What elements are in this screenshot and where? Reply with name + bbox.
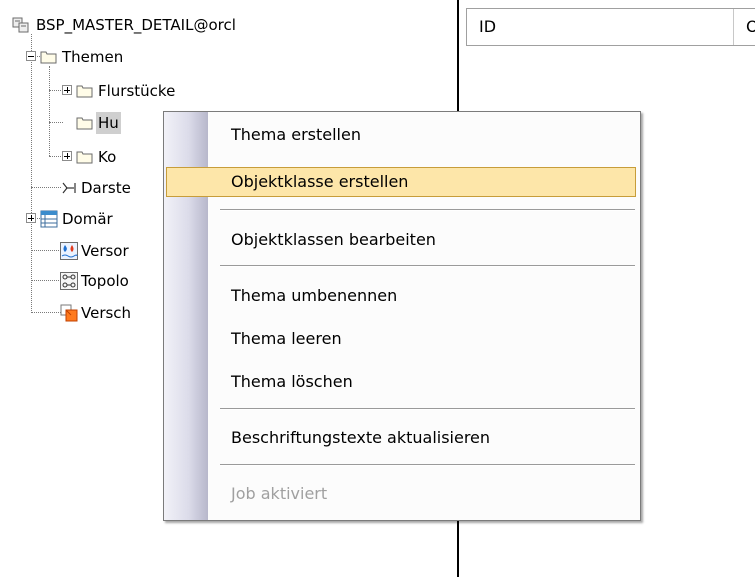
expand-toggle[interactable]: [62, 85, 72, 95]
tree-node-label: Themen: [62, 48, 124, 66]
menu-item-objektklassen-bearbeiten[interactable]: Objektklassen bearbeiten: [164, 225, 640, 255]
folder-icon: [76, 117, 93, 130]
tree-node-label: Versch: [81, 304, 132, 322]
context-menu: Thema erstellen Objektklasse erstellen O…: [163, 111, 641, 521]
menu-separator: [220, 408, 635, 410]
tree-line: [31, 312, 61, 314]
menu-separator: [220, 464, 635, 466]
tree-node-label: Hu: [96, 112, 121, 134]
menu-item-label: Objektklassen bearbeiten: [231, 230, 436, 249]
menu-item-objektklasse-erstellen[interactable]: Objektklasse erstellen: [164, 167, 640, 197]
domain-table-icon: [40, 210, 58, 228]
column-header-id[interactable]: ID: [467, 9, 733, 45]
tree-node-darste[interactable]: Darste: [60, 177, 170, 199]
menu-item-label: Objektklasse erstellen: [231, 172, 409, 191]
tree-line: [49, 122, 63, 124]
utility-network-icon: [60, 242, 78, 260]
collapse-toggle[interactable]: [26, 51, 36, 61]
tree-node-root[interactable]: BSP_MASTER_DETAIL@orcl: [12, 14, 372, 36]
tree-node-hu[interactable]: Hu: [76, 112, 176, 134]
folder-icon: [76, 151, 93, 164]
tree-line: [49, 90, 63, 92]
menu-item-label: Thema erstellen: [231, 125, 361, 144]
menu-item-thema-umbenennen[interactable]: Thema umbenennen: [164, 281, 640, 311]
menu-item-beschriftungstexte-aktualisieren[interactable]: Beschriftungstexte aktualisieren: [164, 423, 640, 453]
column-header-ol[interactable]: Ol: [733, 9, 755, 45]
menu-item-label: Thema löschen: [231, 372, 353, 391]
tree-node-ko[interactable]: Ko: [76, 146, 176, 168]
database-icon: [12, 17, 29, 33]
tree-node-label: BSP_MASTER_DETAIL@orcl: [36, 16, 236, 34]
menu-item-thema-leeren[interactable]: Thema leeren: [164, 324, 640, 354]
menu-item-thema-loeschen[interactable]: Thema löschen: [164, 367, 640, 397]
grid-header: ID Ol: [466, 8, 755, 46]
tree-node-topolo[interactable]: Topolo: [60, 270, 170, 292]
tree-node-domaen[interactable]: Domär: [40, 208, 170, 230]
folder-icon: [40, 51, 57, 64]
tree-node-label: Flurstücke: [98, 82, 176, 100]
tree-node-label: Topolo: [81, 272, 129, 290]
tree-node-themen[interactable]: Themen: [40, 46, 240, 68]
tree-line: [49, 156, 63, 158]
menu-item-label: Thema umbenennen: [231, 286, 398, 305]
topology-icon: [60, 272, 78, 290]
tree-node-label: Versor: [81, 242, 129, 260]
tree-line: [31, 34, 33, 313]
layer-shift-icon: [60, 304, 78, 322]
tree-line: [31, 280, 61, 282]
tree-node-label: Ko: [98, 148, 117, 166]
menu-item-job-aktiviert: Job aktiviert: [164, 479, 640, 509]
expand-toggle[interactable]: [26, 213, 36, 223]
menu-separator: [220, 209, 635, 211]
menu-item-thema-erstellen[interactable]: Thema erstellen: [164, 120, 640, 150]
tree-node-flurstuecke[interactable]: Flurstücke: [76, 80, 276, 102]
folder-icon: [76, 85, 93, 98]
relation-icon: [62, 182, 76, 194]
tree-node-versch[interactable]: Versch: [60, 302, 170, 324]
tree-node-label: Domär: [62, 210, 113, 228]
menu-separator: [220, 265, 635, 267]
tree-node-versor[interactable]: Versor: [60, 240, 170, 262]
menu-item-label: Thema leeren: [231, 329, 342, 348]
tree-line: [31, 250, 61, 252]
menu-item-label: Beschriftungstexte aktualisieren: [231, 428, 491, 447]
menu-item-label: Job aktiviert: [231, 484, 328, 503]
tree-line: [49, 66, 51, 156]
expand-toggle[interactable]: [62, 151, 72, 161]
tree-line: [31, 187, 61, 189]
tree-node-label: Darste: [81, 179, 131, 197]
application-window: BSP_MASTER_DETAIL@orcl Themen Flurstücke…: [0, 0, 755, 577]
